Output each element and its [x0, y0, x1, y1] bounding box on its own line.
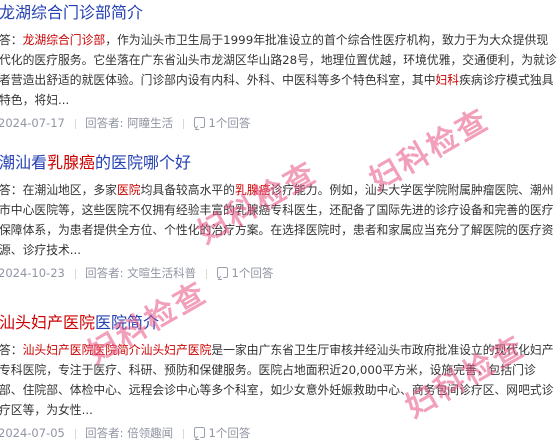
- title-text: 潮汕看: [0, 153, 48, 172]
- result-abstract: 答：龙湖综合门诊部，作为汕头市卫生局于1999年批准设立的首个综合性医疗机构，致…: [0, 30, 559, 110]
- abstract-highlight: 汕头妇产医院医院简介汕头妇产医院: [22, 343, 212, 357]
- result-abstract: 答：汕头妇产医院医院简介汕头妇产医院是一家由广东省卫生厅审核并经汕头市政府批准设…: [0, 340, 559, 420]
- result-meta: 2024-10-23 回答者: 文暄生活科普 1个回答: [0, 264, 560, 282]
- result-date: 2024-07-17: [0, 116, 65, 130]
- meta-divider: [182, 118, 184, 129]
- abstract-highlight: 龙湖综合门诊部: [22, 33, 106, 47]
- answer-count[interactable]: 1个回答: [209, 116, 251, 130]
- result-author[interactable]: 回答者: 阿瞳生活: [85, 116, 173, 130]
- result-title-link[interactable]: 汕头妇产医院医院简介: [0, 312, 560, 334]
- search-result: 龙湖综合门诊部简介 答：龙湖综合门诊部，作为汕头市卫生局于1999年批准设立的首…: [0, 2, 560, 132]
- title-text: 的医院哪个好: [95, 153, 192, 172]
- meta-divider: [182, 428, 184, 439]
- answer-prefix: 答：在潮汕地区，多家: [0, 183, 117, 197]
- result-title-link[interactable]: 潮汕看乳腺癌的医院哪个好: [0, 152, 560, 174]
- meta-divider: [74, 118, 76, 129]
- title-text: 医院简介: [95, 313, 160, 332]
- title-highlight: 龙湖综合门诊部简介: [0, 3, 144, 22]
- result-meta: 2024-07-17 回答者: 阿瞳生活 1个回答: [0, 114, 560, 132]
- result-author[interactable]: 回答者: 倍领趣闻: [85, 426, 173, 440]
- title-highlight: 乳腺癌: [47, 153, 96, 172]
- meta-divider: [205, 268, 207, 279]
- answer-prefix: 答：: [0, 33, 23, 47]
- abstract-highlight: 妇科: [435, 73, 460, 87]
- answer-count[interactable]: 1个回答: [232, 266, 274, 280]
- result-abstract: 答：在潮汕地区，多家医院均具备较高水平的乳腺癌诊疗能力。例如，汕头大学医学院附属…: [0, 180, 559, 260]
- answer-prefix: 答：: [0, 343, 23, 357]
- abstract-highlight: 医院: [116, 183, 141, 197]
- title-highlight: 汕头妇产医院: [0, 313, 96, 332]
- result-date: 2024-10-23: [0, 266, 65, 280]
- abstract-highlight: 乳腺癌: [234, 183, 271, 197]
- comment-icon: [193, 427, 205, 438]
- result-meta: 2024-07-05 回答者: 倍领趣闻 1个回答: [0, 424, 560, 442]
- answer-count[interactable]: 1个回答: [209, 426, 251, 440]
- meta-divider: [74, 268, 76, 279]
- meta-divider: [74, 428, 76, 439]
- search-result: 潮汕看乳腺癌的医院哪个好 答：在潮汕地区，多家医院均具备较高水平的乳腺癌诊疗能力…: [0, 152, 560, 282]
- abstract-text: 均具备较高水平的: [140, 183, 235, 197]
- result-author[interactable]: 回答者: 文暄生活科普: [85, 266, 196, 280]
- comment-icon: [193, 117, 205, 128]
- result-title-link[interactable]: 龙湖综合门诊部简介: [0, 2, 560, 24]
- search-result: 汕头妇产医院医院简介 答：汕头妇产医院医院简介汕头妇产医院是一家由广东省卫生厅审…: [0, 312, 560, 442]
- result-date: 2024-07-05: [0, 426, 65, 440]
- comment-icon: [216, 267, 228, 278]
